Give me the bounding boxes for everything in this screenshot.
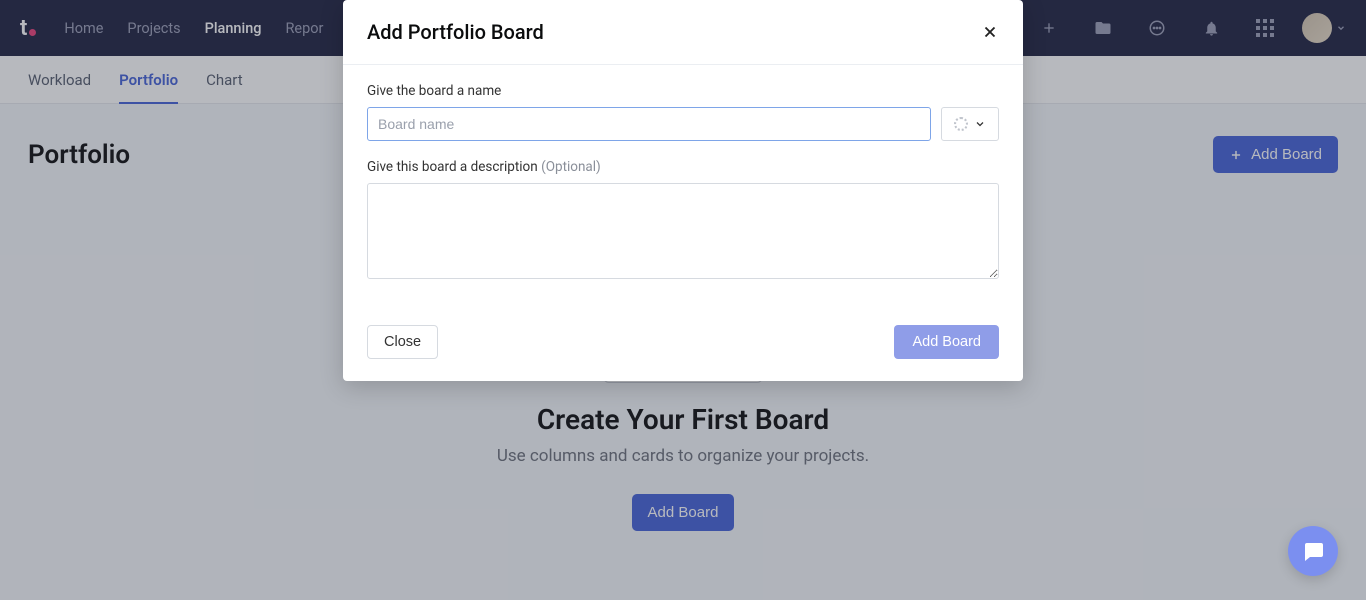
chat-bubble-icon (1301, 539, 1325, 563)
close-button[interactable]: Close (367, 325, 438, 359)
modal-footer: Close Add Board (343, 309, 1023, 381)
modal-overlay[interactable]: Add Portfolio Board Give the board a nam… (0, 0, 1366, 600)
board-color-picker[interactable] (941, 107, 999, 141)
submit-add-board-button[interactable]: Add Board (894, 325, 999, 359)
color-swatch-icon (954, 117, 968, 131)
board-name-label: Give the board a name (367, 83, 999, 99)
chat-fab[interactable] (1288, 526, 1338, 576)
optional-text: (Optional) (541, 159, 601, 175)
modal-body: Give the board a name Give this board a … (343, 65, 1023, 309)
add-portfolio-board-modal: Add Portfolio Board Give the board a nam… (343, 0, 1023, 381)
modal-title: Add Portfolio Board (367, 20, 544, 44)
chevron-down-icon (974, 118, 986, 130)
board-name-input[interactable] (367, 107, 931, 141)
modal-header: Add Portfolio Board (343, 0, 1023, 65)
board-desc-label: Give this board a description (Optional) (367, 159, 999, 175)
board-description-textarea[interactable] (367, 183, 999, 279)
close-icon[interactable] (981, 23, 999, 41)
name-row (367, 107, 999, 141)
